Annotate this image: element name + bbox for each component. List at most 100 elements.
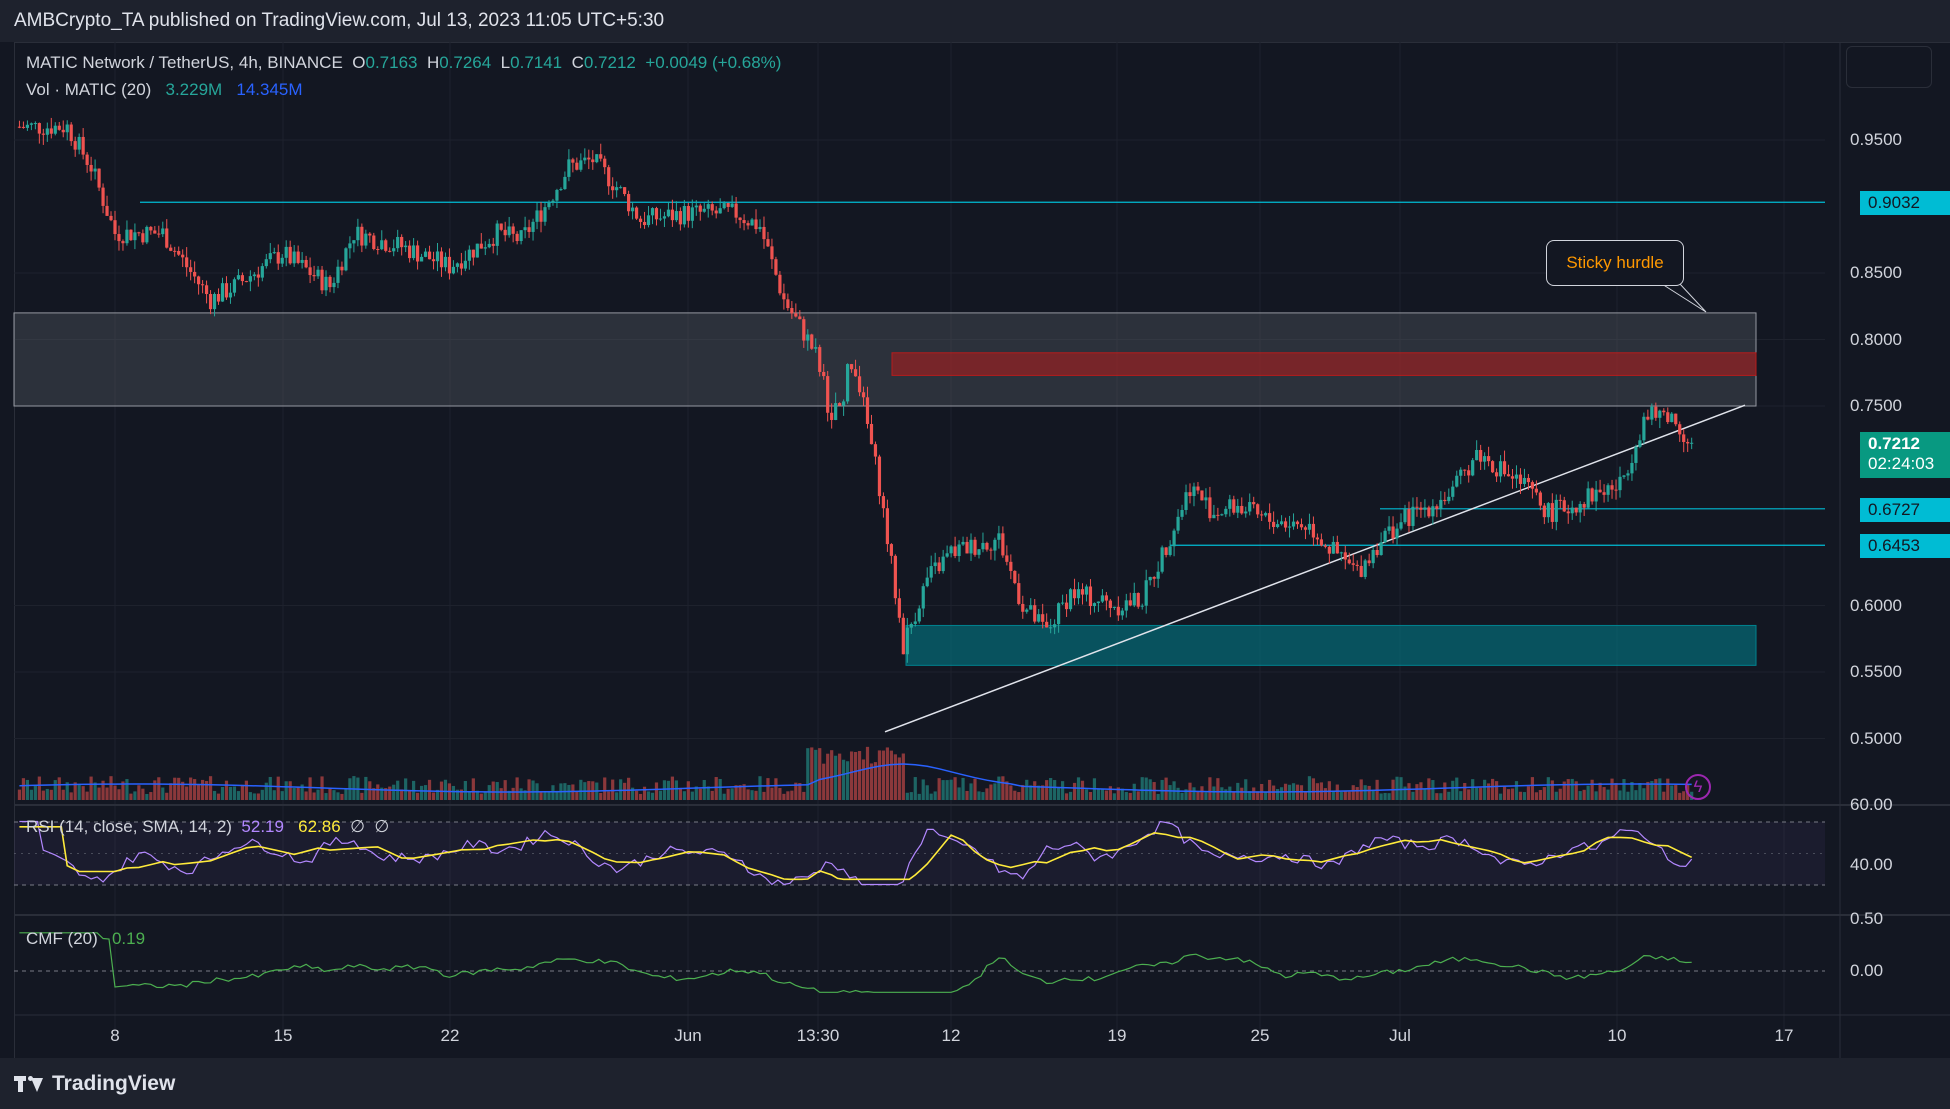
- candle-body-411: [1654, 406, 1658, 418]
- candle-body-68: [288, 246, 292, 264]
- time-axis-label-5: 12: [941, 1026, 961, 1045]
- volume-bar-386: [1554, 791, 1558, 800]
- candle-body-154: [630, 207, 635, 212]
- volume-bar-103: [427, 779, 432, 800]
- candle-body-101: [419, 256, 424, 262]
- time-axis-label-1: 15: [273, 1026, 293, 1045]
- volume-bar-370: [1490, 778, 1495, 800]
- candle-body-164: [670, 209, 675, 221]
- candle-body-175: [714, 210, 718, 214]
- volume-bar-66: [280, 791, 284, 800]
- volume-bar-81: [340, 793, 344, 800]
- candle-body-314: [1268, 513, 1272, 522]
- volume-bar-299: [1208, 777, 1212, 800]
- candle-body-45: [197, 276, 201, 285]
- volume-bar-117: [483, 791, 487, 800]
- candle-body-303: [1224, 508, 1228, 515]
- volume-bar-204: [830, 750, 834, 800]
- candle-body-5: [37, 123, 41, 134]
- candle-body-210: [853, 369, 858, 377]
- candle-body-346: [1395, 528, 1399, 539]
- symbol-label: MATIC Network / TetherUS, 4h, BINANCE: [26, 53, 343, 72]
- volume-bar-235: [953, 777, 957, 800]
- volume-bar-156: [638, 793, 643, 800]
- volume-bar-254: [1029, 785, 1033, 800]
- volume-bar-400: [1610, 778, 1614, 800]
- candle-body-64: [272, 252, 276, 254]
- candle-body-28: [129, 229, 133, 241]
- volume-bar-15: [77, 785, 81, 800]
- volume-bar-153: [627, 777, 631, 800]
- candle-body-49: [212, 294, 217, 310]
- candle-body-297: [1200, 490, 1204, 501]
- volume-legend: Vol · MATIC (20) 3.229M 14.345M: [26, 80, 303, 100]
- volume-bar-328: [1323, 788, 1327, 800]
- tradingview-logo[interactable]: TradingView: [14, 1072, 175, 1096]
- volume-bar-134: [551, 785, 555, 800]
- candle-body-213: [865, 397, 870, 424]
- candle-body-129: [531, 221, 535, 232]
- candle-body-197: [802, 319, 806, 341]
- candle-body-337: [1359, 565, 1363, 577]
- candle-body-66: [280, 257, 284, 264]
- volume-bar-97: [404, 778, 408, 800]
- lightning-icon[interactable]: ϟ: [1685, 774, 1711, 800]
- candle-body-391: [1574, 507, 1578, 513]
- volume-bar-18: [89, 776, 93, 800]
- chart-settings-button[interactable]: [1846, 46, 1932, 88]
- volume-bar-243: [985, 788, 989, 800]
- volume-bar-29: [133, 791, 137, 800]
- volume-bar-417: [1678, 792, 1682, 800]
- candle-body-344: [1387, 526, 1391, 531]
- candle-body-173: [706, 204, 710, 209]
- volume-bar-247: [1001, 776, 1005, 800]
- candle-body-216: [877, 456, 882, 497]
- candle-body-379: [1526, 477, 1531, 483]
- candle-body-143: [587, 157, 591, 160]
- candle-body-410: [1650, 406, 1654, 420]
- candle-body-278: [1124, 600, 1128, 611]
- price-scale-tick-1: 0.8500: [1850, 263, 1902, 282]
- candle-body-99: [412, 245, 416, 259]
- volume-bar-69: [292, 787, 296, 800]
- volume-bar-253: [1025, 779, 1029, 800]
- volume-bar-385: [1550, 780, 1554, 800]
- volume-bar-7: [45, 788, 49, 800]
- candle-body-186: [758, 226, 762, 230]
- volume-bar-242: [981, 792, 985, 800]
- candle-body-91: [380, 240, 384, 250]
- candle-body-0: [17, 126, 22, 128]
- candle-body-118: [487, 243, 491, 248]
- volume-bar-31: [141, 788, 145, 800]
- candle-body-124: [511, 226, 515, 234]
- candle-body-383: [1542, 505, 1546, 518]
- candle-body-236: [957, 544, 961, 557]
- volume-bar-44: [193, 779, 197, 800]
- candle-body-94: [392, 248, 396, 252]
- volume-bar-128: [527, 779, 531, 800]
- candle-body-15: [77, 136, 81, 150]
- candle-body-130: [535, 210, 539, 222]
- volume-bar-340: [1371, 789, 1375, 800]
- volume-bar-234: [949, 779, 953, 800]
- candle-body-309: [1248, 502, 1252, 512]
- volume-bar-396: [1594, 791, 1598, 800]
- zone-demand: [905, 624, 1757, 666]
- candle-body-413: [1662, 410, 1666, 413]
- sticky-hurdle-callout[interactable]: Sticky hurdle: [1546, 240, 1684, 286]
- volume-bar-263: [1064, 793, 1069, 800]
- candle-body-266: [1076, 589, 1081, 599]
- volume-bar-199: [810, 747, 814, 800]
- candle-body-249: [1009, 561, 1013, 571]
- candle-body-363: [1463, 469, 1467, 471]
- volume-bar-334: [1347, 791, 1351, 800]
- volume-bar-303: [1224, 789, 1228, 800]
- candle-body-283: [1144, 580, 1148, 606]
- candle-body-67: [284, 246, 288, 258]
- price-chart[interactable]: [0, 0, 1950, 1109]
- volume-bar-104: [431, 792, 436, 800]
- candle-body-18: [89, 164, 93, 172]
- candle-body-390: [1570, 507, 1574, 514]
- volume-bar-225: [913, 777, 917, 800]
- volume-bar-68: [288, 781, 292, 800]
